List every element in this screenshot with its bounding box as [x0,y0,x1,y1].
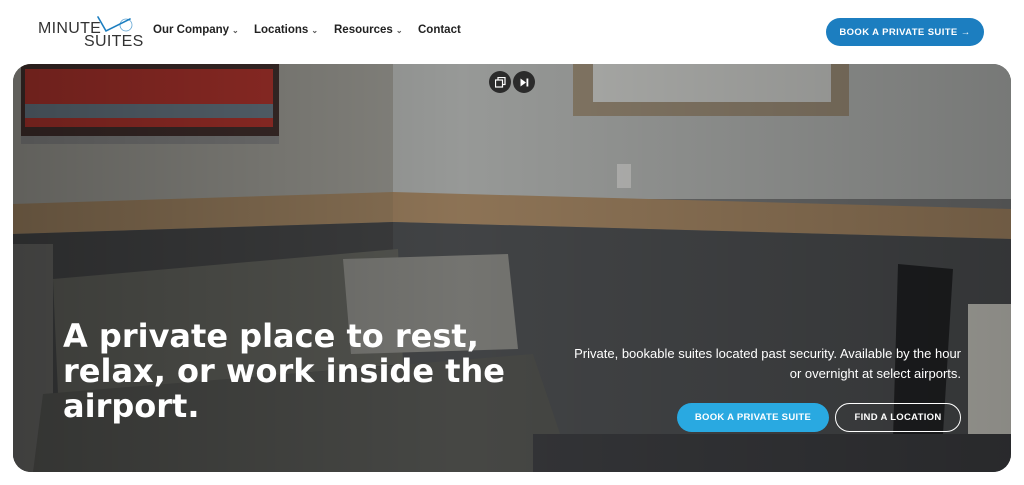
gallery-icon [494,76,506,88]
nav-label: Locations [254,24,309,36]
book-private-suite-button[interactable]: BOOK A PRIVATE SUITE [677,403,829,432]
play-skip-button[interactable] [513,71,535,93]
hero-title: A private place to rest, relax, or work … [63,317,505,425]
book-private-suite-header-button[interactable]: BOOK A PRIVATE SUITE → [826,18,984,46]
hero-subtitle: Private, bookable suites located past se… [574,346,961,381]
logo-text-line2: SUITES [84,33,144,50]
nav-label: Contact [418,24,461,36]
find-a-location-button[interactable]: FIND A LOCATION [835,403,961,432]
play-skip-icon [520,78,528,86]
chevron-down-icon: ⌄ [311,25,319,35]
hero-banner: A private place to rest, relax, or work … [13,64,1011,472]
gallery-button[interactable] [489,71,511,93]
clock-hand-logo-icon [97,16,133,33]
nav-item-our-company[interactable]: Our Company ⌄ [153,24,239,36]
chevron-down-icon: ⌄ [232,25,239,35]
nav-label: Resources [334,24,393,36]
chevron-down-icon: ⌄ [395,25,403,35]
nav-item-resources[interactable]: Resources ⌄ [334,24,403,36]
minute-suites-logo[interactable]: MINUTE SUITES [38,15,143,50]
nav-item-locations[interactable]: Locations ⌄ [254,24,318,36]
nav-label: Our Company [153,24,230,36]
nav-item-contact[interactable]: Contact [418,24,461,36]
site-header: MINUTE SUITES Our Company ⌄ Locations ⌄ … [0,0,1024,62]
